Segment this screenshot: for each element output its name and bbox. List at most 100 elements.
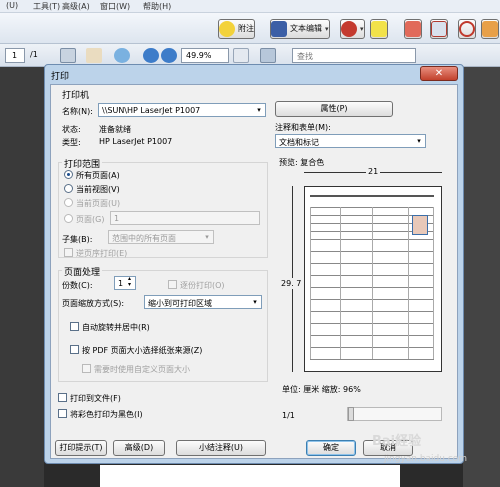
attach-label: 附注 — [238, 24, 254, 33]
hand-tool-icon[interactable] — [86, 48, 102, 63]
current-page-label: 当前页面(U) — [76, 199, 121, 208]
page-scaling-label: 页面缩放方式(S): — [62, 299, 125, 308]
pages-input[interactable]: 1 — [110, 211, 260, 225]
preview-height: 29. 7 — [281, 278, 302, 289]
reverse-pages-checkbox[interactable] — [64, 248, 73, 257]
markup-tool-3[interactable] — [458, 19, 476, 39]
print-black-checkbox[interactable] — [58, 409, 67, 418]
all-pages-label: 所有页面(A) — [76, 171, 120, 180]
status-label: 状态: — [62, 125, 81, 134]
left-panel — [0, 67, 44, 487]
printer-name-value: \\SUN\HP LaserJet P1007 — [102, 106, 201, 115]
watermark-url: jingyan.baidu.com — [384, 454, 468, 464]
comment-icon — [219, 21, 235, 37]
stamp-icon — [341, 21, 357, 37]
document-area-right — [463, 67, 500, 487]
highlight-icon — [371, 21, 387, 37]
menubar: (U) 工具(T) 高级(A) 窗口(W) 帮助(H) — [0, 0, 500, 13]
select-text-icon[interactable] — [60, 48, 76, 63]
preview-width: 21 — [366, 167, 381, 176]
subset-select[interactable]: 范围中的所有页面 ▾ — [108, 230, 214, 244]
zoom-level-input[interactable]: 49.9% — [181, 48, 229, 63]
copies-value: 1 — [118, 279, 124, 288]
subset-label: 子集(B): — [62, 235, 93, 244]
comments-forms-value: 文档和标记 — [279, 138, 319, 147]
copies-input[interactable]: 1 — [114, 276, 136, 290]
menu-item-window[interactable]: 窗口(W) — [100, 1, 130, 12]
printer-group-label: 打印机 — [62, 91, 90, 101]
stamp-button[interactable]: ▾ — [340, 19, 365, 39]
collate-label: 逐份打印(O) — [180, 281, 225, 290]
close-button[interactable]: ✕ — [420, 66, 458, 81]
text-edit-icon — [271, 21, 287, 37]
radio-all-pages[interactable] — [64, 170, 73, 179]
radio-current-page[interactable] — [64, 198, 73, 207]
menu-item-advanced[interactable]: 高级(A) — [62, 1, 90, 12]
copies-label: 份数(C): — [62, 281, 93, 290]
printer-name-label: 名称(N): — [62, 107, 93, 116]
collate-checkbox[interactable] — [168, 280, 177, 289]
print-black-label: 将彩色打印为黑色(I) — [70, 410, 143, 419]
zoom-in-icon[interactable] — [161, 48, 177, 63]
page-layout-icon[interactable] — [260, 48, 276, 63]
radio-current-view[interactable] — [64, 184, 73, 193]
custom-paper-label: 需要时使用自定义页面大小 — [94, 365, 190, 374]
type-value: HP LaserJet P1007 — [99, 137, 173, 146]
type-label: 类型: — [62, 138, 81, 147]
text-edit-label: 文本编辑 — [290, 24, 322, 33]
rectangle-icon — [431, 21, 447, 37]
document-page — [100, 465, 400, 487]
ok-button[interactable]: 确定 — [306, 440, 356, 456]
comments-forms-label: 注释和表单(M): — [275, 123, 331, 132]
attach-button[interactable]: 附注 — [218, 19, 255, 39]
text-edit-button[interactable]: 文本编辑 ▾ — [270, 19, 330, 39]
preview-page-content — [310, 195, 434, 368]
menu-item-tools[interactable]: 工具(T) — [33, 1, 60, 12]
print-range-label: 打印范围 — [62, 157, 103, 170]
advanced-button[interactable]: 高级(D) — [113, 440, 165, 456]
subset-value: 范围中的所有页面 — [112, 234, 176, 243]
zoom-tool-icon[interactable] — [114, 48, 130, 63]
slider-thumb[interactable] — [348, 407, 354, 421]
auto-rotate-checkbox[interactable] — [70, 322, 79, 331]
dialog-title: 打印 — [51, 72, 70, 82]
print-to-file-label: 打印到文件(F) — [70, 394, 121, 403]
status-value: 准备就绪 — [99, 125, 131, 134]
print-to-file-checkbox[interactable] — [58, 393, 67, 402]
markup-tool-4[interactable] — [481, 19, 499, 39]
chevron-down-icon: ▾ — [205, 233, 209, 241]
cloud-icon — [459, 21, 475, 37]
preview-page-slider[interactable] — [347, 407, 442, 421]
menu-item-help[interactable]: 帮助(H) — [143, 1, 171, 12]
markup-tool-2[interactable] — [430, 19, 448, 39]
print-tips-button[interactable]: 打印提示(T) — [55, 440, 107, 456]
chevron-down-icon: ▾ — [325, 25, 329, 33]
page-scaling-value: 缩小到可打印区域 — [148, 299, 212, 308]
photo-thumbnail — [412, 215, 428, 235]
current-view-label: 当前视图(V) — [76, 185, 120, 194]
fit-page-icon[interactable] — [233, 48, 249, 63]
pdf-paper-source-checkbox[interactable] — [70, 345, 79, 354]
comments-forms-select[interactable]: 文档和标记 ▾ — [275, 134, 426, 148]
properties-button[interactable]: 属性(P) — [275, 101, 393, 117]
highlight-button[interactable] — [370, 19, 388, 39]
main-toolbar: 附注 文本编辑 ▾ ▾ — [0, 13, 500, 44]
menu-item-u[interactable]: (U) — [6, 1, 18, 10]
printer-name-select[interactable]: \\SUN\HP LaserJet P1007 ▾ — [98, 103, 266, 117]
preview-label: 预览: 复合色 — [279, 158, 325, 167]
chevron-down-icon: ▾ — [257, 106, 261, 114]
search-input[interactable]: 查找 — [292, 48, 416, 63]
auto-rotate-label: 自动旋转并居中(R) — [82, 323, 150, 332]
copies-spinner[interactable]: ▴ ▾ — [128, 276, 131, 288]
markup-tool-1[interactable] — [404, 19, 422, 39]
chevron-down-icon: ▾ — [360, 25, 364, 33]
page-scaling-select[interactable]: 缩小到可打印区域 ▾ — [144, 295, 262, 309]
summarize-comments-button[interactable]: 小结注释(U) — [176, 440, 266, 456]
watermark-logo: Bai経验 — [372, 434, 422, 449]
custom-paper-checkbox[interactable] — [82, 364, 91, 373]
page-number-input[interactable]: 1 — [5, 48, 25, 63]
zoom-out-icon[interactable] — [143, 48, 159, 63]
radio-pages[interactable] — [64, 214, 73, 223]
chevron-down-icon: ▾ — [253, 298, 257, 306]
page-handling-label: 页面处理 — [62, 265, 103, 278]
